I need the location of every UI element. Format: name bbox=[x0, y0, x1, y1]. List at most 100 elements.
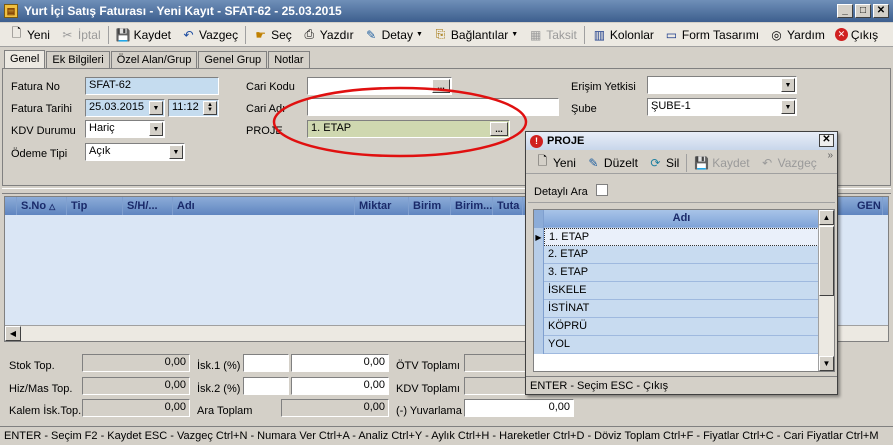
scroll-up-icon[interactable]: ▲ bbox=[819, 210, 834, 225]
popup-close-button[interactable]: ✕ bbox=[819, 134, 834, 147]
column-adi[interactable]: Adı bbox=[544, 210, 819, 228]
rounding-input[interactable]: 0,00 bbox=[464, 399, 574, 417]
list-vscrollbar[interactable]: ▲ ▼ bbox=[818, 210, 834, 371]
popup-undo-button[interactable]: ↶ Vazgeç bbox=[755, 153, 822, 173]
status-bar: ENTER - Seçim F2 - Kaydet ESC - Vazgeç C… bbox=[0, 426, 893, 445]
discount2-value-input[interactable]: 0,00 bbox=[291, 377, 389, 395]
column-shm[interactable]: S/H/... bbox=[123, 197, 173, 215]
access-right-select[interactable]: ▼ bbox=[647, 76, 797, 94]
new-button[interactable]: 🗋 Yeni bbox=[4, 25, 55, 45]
column-adi[interactable]: Adı bbox=[173, 197, 355, 215]
tab-notlar[interactable]: Notlar bbox=[268, 51, 310, 68]
links-dropdown[interactable]: ⎘ Bağlantılar ▼ bbox=[428, 25, 523, 45]
overflow-chevron-icon[interactable]: » bbox=[827, 150, 833, 161]
main-toolbar: 🗋 Yeni ✂ İptal 💾 Kaydet ↶ Vazgeç ☛ Seç ⎙ Yazdı… bbox=[0, 23, 893, 47]
columns-button[interactable]: ▥ Kolonlar bbox=[587, 25, 659, 45]
spinner-icon[interactable]: ▲ ▼ bbox=[203, 101, 217, 115]
list-item[interactable]: KÖPRÜ bbox=[534, 318, 819, 336]
chevron-down-icon[interactable]: ▼ bbox=[149, 101, 163, 115]
form-design-icon: ▭ bbox=[665, 27, 678, 42]
save-button[interactable]: 💾 Kaydet bbox=[111, 25, 176, 45]
new-document-icon: 🗋 bbox=[537, 154, 548, 168]
undo-icon: ↶ bbox=[183, 27, 194, 42]
line-discount-total-label: Kalem İsk.Top. bbox=[9, 405, 82, 417]
chevron-down-icon[interactable]: ▼ bbox=[169, 145, 183, 159]
grid-indicator-header bbox=[5, 197, 17, 215]
scroll-down-icon[interactable]: ▼ bbox=[819, 356, 834, 371]
list-item[interactable]: 2. ETAP bbox=[534, 246, 819, 264]
detail-dropdown[interactable]: ✎ Detay ▼ bbox=[359, 25, 428, 45]
scroll-thumb[interactable] bbox=[819, 226, 834, 296]
detail-icon: ✎ bbox=[366, 27, 377, 42]
chevron-down-icon[interactable]: ▼ bbox=[781, 100, 795, 114]
exit-button[interactable]: ✕ Çıkış bbox=[830, 25, 883, 45]
sort-asc-icon: △ bbox=[49, 202, 56, 211]
list-item[interactable]: ▶ 1. ETAP bbox=[534, 228, 819, 246]
tab-ek-bilgileri[interactable]: Ek Bilgileri bbox=[46, 51, 110, 68]
popup-new-button[interactable]: 🗋 Yeni bbox=[530, 153, 581, 173]
subtotal-value: 0,00 bbox=[281, 399, 389, 417]
invoice-time-input[interactable]: 11:12 ▲ ▼ bbox=[168, 99, 219, 117]
list-item[interactable]: İSKELE bbox=[534, 282, 819, 300]
rounding-label: (-) Yuvarlama bbox=[396, 405, 462, 417]
popup-edit-button[interactable]: ✎ Düzelt bbox=[581, 153, 643, 173]
subtotal-label: Ara Toplam bbox=[197, 405, 253, 417]
popup-toolbar: 🗋 Yeni ✎ Düzelt ⟳ Sil 💾 Kaydet ↶ Vazgeç » bbox=[526, 150, 837, 174]
detailed-search-checkbox[interactable] bbox=[596, 184, 608, 196]
vat-status-select[interactable]: Hariç ▼ bbox=[85, 120, 165, 138]
service-total-value: 0,00 bbox=[82, 377, 190, 395]
invoice-no-input[interactable]: SFAT-62 bbox=[85, 77, 219, 95]
app-icon: ▤ bbox=[4, 4, 18, 18]
list-item[interactable]: İSTİNAT bbox=[534, 300, 819, 318]
vat-status-label: KDV Durumu bbox=[11, 125, 76, 137]
minimize-button[interactable]: _ bbox=[837, 4, 853, 18]
popup-status-bar: ENTER - Seçim ESC - Çıkış bbox=[526, 376, 837, 394]
payment-type-select[interactable]: Açık ▼ bbox=[85, 143, 185, 161]
window-titlebar: ▤ Yurt İçi Satış Faturası - Yeni Kayıt -… bbox=[0, 0, 893, 22]
tab-ozel-alan-grup[interactable]: Özel Alan/Grup bbox=[110, 51, 198, 68]
links-icon: ⎘ bbox=[435, 27, 446, 41]
column-birim[interactable]: Birim bbox=[409, 197, 451, 215]
stock-total-label: Stok Top. bbox=[9, 360, 55, 372]
column-miktar[interactable]: Miktar bbox=[355, 197, 409, 215]
popup-delete-button[interactable]: ⟳ Sil bbox=[643, 153, 684, 173]
annotation-circle bbox=[272, 86, 528, 158]
column-birim-fiyat[interactable]: Birim... bbox=[451, 197, 493, 215]
scroll-left-icon[interactable]: ◀ bbox=[5, 326, 21, 341]
line-discount-total-value: 0,00 bbox=[82, 399, 190, 417]
column-sno[interactable]: S.No △ bbox=[17, 197, 67, 215]
window-title: Yurt İçi Satış Faturası - Yeni Kayıt - S… bbox=[24, 4, 342, 18]
select-icon: ☛ bbox=[255, 27, 266, 42]
column-tip[interactable]: Tip bbox=[67, 197, 123, 215]
cancel-icon: ✂ bbox=[62, 27, 73, 42]
chevron-down-icon[interactable]: ▼ bbox=[781, 78, 795, 92]
chevron-down-icon: ▼ bbox=[511, 31, 519, 38]
undo-button[interactable]: ↶ Vazgeç bbox=[176, 25, 243, 45]
column-gen[interactable]: GEN bbox=[853, 197, 883, 215]
exit-icon: ✕ bbox=[834, 28, 848, 41]
help-button[interactable]: ◎ Yardım bbox=[764, 25, 830, 45]
service-total-label: Hiz/Mas Top. bbox=[9, 383, 73, 395]
list-item[interactable]: YOL bbox=[534, 336, 819, 354]
invoice-date-input[interactable]: 25.03.2015 ▼ bbox=[85, 99, 165, 117]
printer-icon: ⎙ bbox=[304, 27, 315, 41]
installment-button[interactable]: ▦ Taksit bbox=[523, 25, 582, 45]
form-design-button[interactable]: ▭ Form Tasarımı bbox=[659, 25, 764, 45]
cancel-document-button[interactable]: ✂ İptal bbox=[55, 25, 106, 45]
select-button[interactable]: ☛ Seç bbox=[248, 25, 297, 45]
tab-genel[interactable]: Genel bbox=[4, 50, 46, 68]
maximize-button[interactable]: □ bbox=[855, 4, 871, 18]
invoice-date-label: Fatura Tarihi bbox=[11, 103, 72, 115]
chevron-down-icon[interactable]: ▼ bbox=[149, 122, 163, 136]
discount1-percent-input[interactable] bbox=[243, 354, 289, 372]
print-button[interactable]: ⎙ Yazdır bbox=[297, 25, 359, 45]
column-tutar[interactable]: Tuta bbox=[493, 197, 523, 215]
discount2-percent-input[interactable] bbox=[243, 377, 289, 395]
otv-total-value bbox=[464, 354, 526, 372]
popup-save-button[interactable]: 💾 Kaydet bbox=[689, 153, 754, 173]
list-item[interactable]: 3. ETAP bbox=[534, 264, 819, 282]
discount1-value-input[interactable]: 0,00 bbox=[291, 354, 389, 372]
close-button[interactable]: ✕ bbox=[873, 4, 889, 18]
branch-select[interactable]: ŞUBE-1 ▼ bbox=[647, 98, 797, 116]
tab-genel-grup[interactable]: Genel Grup bbox=[198, 51, 268, 68]
